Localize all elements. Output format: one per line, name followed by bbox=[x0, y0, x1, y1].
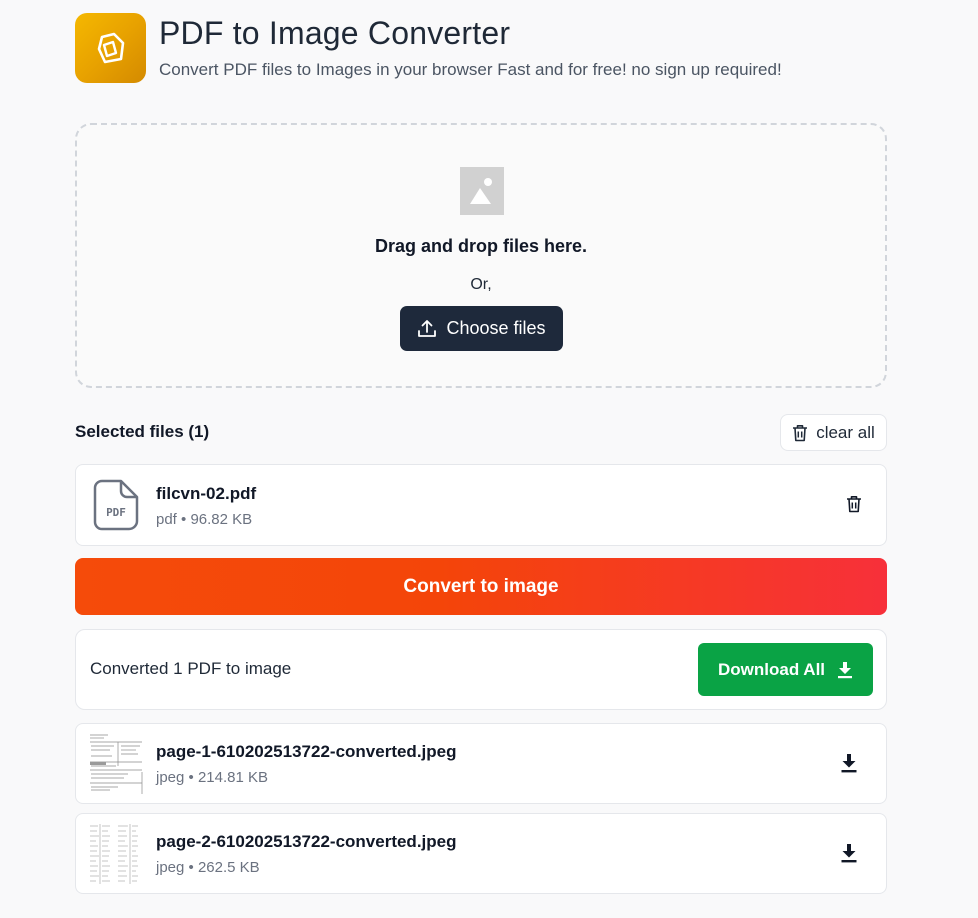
document-logo-icon bbox=[97, 32, 124, 64]
delete-file-icon[interactable] bbox=[846, 495, 862, 513]
converted-image-item: page-1-610202513722-converted.jpeg jpeg … bbox=[75, 723, 887, 804]
image-placeholder-icon bbox=[460, 167, 504, 215]
image-file-name: page-1-610202513722-converted.jpeg bbox=[156, 742, 457, 761]
image-file-meta: jpeg • 214.81 KB bbox=[156, 769, 269, 786]
download-all-label: Download All bbox=[717, 659, 826, 679]
file-meta: pdf • 96.82 KB bbox=[156, 511, 253, 528]
convert-to-image-button[interactable]: Convert to image bbox=[75, 558, 887, 615]
clear-all-button[interactable]: clear all bbox=[780, 414, 887, 451]
upload-icon bbox=[418, 319, 437, 337]
pdf-file-icon: PDF bbox=[93, 479, 139, 531]
converted-image-item: page-2-610202513722-converted.jpeg jpeg … bbox=[75, 813, 887, 894]
trash-icon bbox=[793, 424, 808, 441]
download-icon[interactable] bbox=[840, 843, 858, 863]
choose-files-button[interactable]: Choose files bbox=[400, 306, 563, 351]
svg-text:PDF: PDF bbox=[106, 506, 126, 519]
image-file-name: page-2-610202513722-converted.jpeg bbox=[156, 832, 457, 851]
conversion-status-text: Converted 1 PDF to image bbox=[90, 659, 292, 678]
file-name: filcvn-02.pdf bbox=[156, 484, 257, 503]
download-all-button[interactable]: Download All bbox=[698, 643, 873, 696]
image-file-meta: jpeg • 262.5 KB bbox=[156, 859, 260, 876]
download-icon[interactable] bbox=[840, 753, 858, 773]
image-thumbnail bbox=[88, 822, 144, 884]
dropzone-or-text: Or, bbox=[470, 276, 492, 293]
image-thumbnail bbox=[88, 732, 144, 794]
app-logo bbox=[75, 13, 146, 83]
app-header: PDF to Image Converter Convert PDF files… bbox=[75, 13, 782, 83]
file-dropzone[interactable]: Drag and drop files here. Or, Choose fil… bbox=[75, 123, 887, 388]
choose-files-label: Choose files bbox=[446, 318, 546, 338]
page-subtitle: Convert PDF files to Images in your brow… bbox=[159, 60, 782, 79]
download-icon bbox=[838, 661, 853, 678]
dropzone-text: Drag and drop files here. bbox=[374, 236, 588, 256]
selected-file-card: PDF filcvn-02.pdf pdf • 96.82 KB bbox=[75, 464, 887, 546]
page-title: PDF to Image Converter bbox=[159, 15, 511, 51]
conversion-result-card: Converted 1 PDF to image Download All bbox=[75, 629, 887, 710]
selected-files-title: Selected files (1) bbox=[75, 422, 210, 441]
clear-all-label: clear all bbox=[816, 422, 875, 442]
